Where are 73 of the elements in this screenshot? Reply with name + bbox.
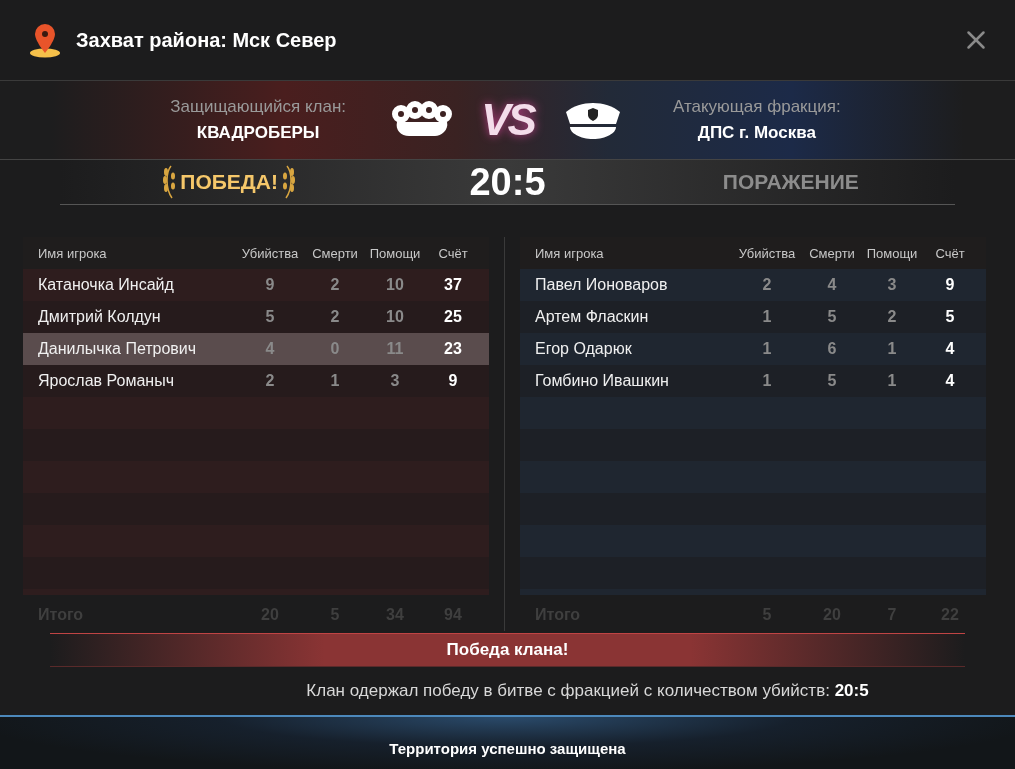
- kills-value: 2: [761, 276, 773, 294]
- column-header: Счёт: [437, 245, 469, 261]
- footer-status: Территория успешно защищена: [389, 739, 626, 757]
- attacker-label: Атакующая фракция:: [672, 97, 841, 117]
- column-header: Убийства: [737, 245, 797, 261]
- player-name: Гомбино Ивашкин: [535, 372, 670, 390]
- defender-label: Защищающийся клан:: [170, 97, 347, 117]
- attacker-name: ДПС г. Москва: [697, 123, 816, 143]
- column-header: Смерти: [311, 245, 359, 261]
- column-header: Смерти: [808, 245, 856, 261]
- player-name: Ярослав Романыч: [38, 372, 175, 390]
- kills-value: 4: [264, 340, 276, 358]
- deaths-value: 6: [826, 340, 838, 358]
- laurel-icon: [282, 164, 296, 200]
- deaths-value: 1: [329, 372, 341, 390]
- player-row[interactable]: Павел Ионоваров 2 4 3 9: [520, 269, 986, 301]
- deaths-value: 0: [329, 340, 341, 358]
- player-name: Данилычка Петрович: [38, 340, 198, 358]
- player-name: Катаночка Инсайд: [38, 276, 175, 294]
- deaths-value: 4: [826, 276, 838, 294]
- score-value: 23: [443, 340, 463, 358]
- kills-value: 2: [264, 372, 276, 390]
- player-row[interactable]: Егор Одарюк 1 6 1 4: [520, 333, 986, 365]
- versus-text: VS: [481, 95, 534, 145]
- player-row[interactable]: Артем Фласкин 1 5 2 5: [520, 301, 986, 333]
- column-header: Убийства: [240, 245, 300, 261]
- assists-value: 3: [886, 276, 898, 294]
- column-header: Помощи: [368, 245, 422, 261]
- assists-value: 10: [385, 308, 405, 326]
- deaths-value: 2: [329, 276, 341, 294]
- clan-victory-banner: Победа клана!: [50, 633, 965, 667]
- column-header: Счёт: [934, 245, 966, 261]
- score-value: 9: [447, 372, 459, 390]
- defender-name: КВАДРОБЕРЫ: [196, 123, 320, 143]
- assists-value: 10: [385, 276, 405, 294]
- deaths-value: 5: [826, 372, 838, 390]
- player-row[interactable]: Дмитрий Колдун 5 2 10 25: [23, 301, 489, 333]
- defeat-text: ПОРАЖЕНИЕ: [721, 170, 860, 194]
- player-row[interactable]: Гомбино Ивашкин 1 5 1 4: [520, 365, 986, 397]
- column-header: Имя игрока: [535, 245, 605, 261]
- score-value: 4: [944, 372, 956, 390]
- score-value: 4: [944, 340, 956, 358]
- player-name: Егор Одарюк: [535, 340, 633, 358]
- location-pin-icon: [28, 22, 62, 58]
- score-value: 9: [944, 276, 956, 294]
- player-name: Артем Фласкин: [535, 308, 650, 326]
- deaths-value: 2: [329, 308, 341, 326]
- player-name: Павел Ионоваров: [535, 276, 669, 294]
- player-row[interactable]: Данилычка Петрович 4 0 11 23: [23, 333, 489, 365]
- victory-text: ПОБЕДА!: [180, 170, 278, 194]
- kills-value: 5: [264, 308, 276, 326]
- result-message: Клан одержал победу в битве с фракцией с количеством убийств: 20:5: [305, 680, 870, 701]
- deaths-value: 5: [826, 308, 838, 326]
- match-score: 20:5: [468, 160, 547, 204]
- player-row[interactable]: Ярослав Романыч 2 1 3 9: [23, 365, 489, 397]
- column-header: Помощи: [865, 245, 919, 261]
- kills-value: 1: [761, 308, 773, 326]
- laurel-icon: [162, 164, 177, 200]
- player-name: Дмитрий Колдун: [38, 308, 162, 326]
- score-value: 37: [443, 276, 463, 294]
- window-title: Захват района: Мск Север: [76, 28, 338, 52]
- score-value: 5: [944, 308, 956, 326]
- assists-value: 11: [385, 340, 405, 358]
- assists-value: 1: [886, 340, 898, 358]
- player-row[interactable]: Катаночка Инсайд 9 2 10 37: [23, 269, 489, 301]
- assists-value: 3: [389, 372, 401, 390]
- column-header: Имя игрока: [38, 245, 108, 261]
- kills-value: 9: [264, 276, 276, 294]
- kills-value: 1: [761, 372, 773, 390]
- score-value: 25: [443, 308, 463, 326]
- assists-value: 1: [886, 372, 898, 390]
- kills-value: 1: [761, 340, 773, 358]
- assists-value: 2: [886, 308, 898, 326]
